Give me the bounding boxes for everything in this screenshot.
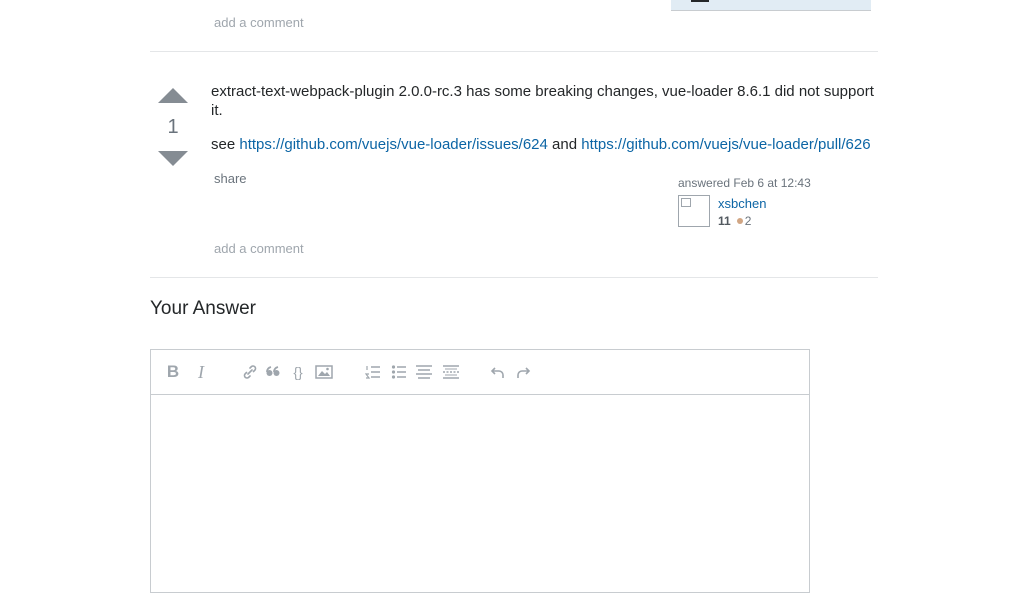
code-button[interactable]: {} (288, 362, 308, 382)
previous-user-avatar (691, 0, 709, 2)
horizontal-rule-icon (443, 365, 459, 379)
answer-body: extract-text-webpack-plugin 2.0.0-rc.3 h… (211, 82, 876, 169)
issue-624-link[interactable]: https://github.com/vuejs/vue-loader/issu… (239, 136, 548, 153)
vote-up-button[interactable] (158, 88, 188, 103)
answer-editor: B I {} (150, 349, 810, 593)
image-button[interactable] (314, 362, 334, 382)
code-icon: {} (293, 364, 303, 380)
answer-divider (150, 51, 878, 52)
answer-paragraph: extract-text-webpack-plugin 2.0.0-rc.3 h… (211, 83, 874, 119)
redo-icon (517, 367, 531, 378)
section-divider (150, 277, 878, 278)
vote-count: 1 (167, 116, 179, 138)
vote-down-button[interactable] (158, 151, 188, 166)
see-label: see (211, 136, 236, 153)
user-reputation: 11 2 (718, 214, 751, 228)
bold-button[interactable]: B (163, 362, 183, 382)
undo-button[interactable] (488, 362, 508, 382)
italic-button[interactable]: I (191, 362, 211, 382)
editor-toolbar: B I {} (151, 350, 809, 395)
numbered-list-button[interactable] (363, 362, 383, 382)
pull-626-link[interactable]: https://github.com/vuejs/vue-loader/pull… (581, 136, 870, 153)
numbered-list-icon (365, 366, 380, 379)
bronze-badge-icon (736, 218, 743, 224)
undo-icon (490, 367, 504, 378)
previous-user-card (671, 0, 871, 11)
share-link[interactable]: share (214, 171, 247, 186)
bronze-badge-count: 2 (744, 214, 752, 228)
blockquote-icon (266, 366, 280, 376)
italic-icon: I (198, 362, 204, 382)
add-comment-link-previous[interactable]: add a comment (214, 15, 304, 30)
answer-links-paragraph: see https://github.com/vuejs/vue-loader/… (211, 135, 876, 154)
blockquote-button[interactable] (263, 362, 283, 382)
link-button[interactable] (240, 362, 260, 382)
bulleted-list-button[interactable] (389, 362, 409, 382)
avatar[interactable] (678, 195, 710, 227)
redo-button[interactable] (513, 362, 533, 382)
answer-textarea[interactable] (151, 395, 809, 592)
and-label: and (552, 136, 578, 153)
your-answer-heading: Your Answer (150, 298, 256, 319)
heading-icon (416, 365, 432, 379)
bulleted-list-icon (391, 365, 406, 379)
answered-time: answered Feb 6 at 12:43 (678, 176, 811, 190)
add-comment-link[interactable]: add a comment (214, 241, 304, 256)
user-name-link[interactable]: xsbchen (718, 196, 766, 211)
image-icon (315, 365, 333, 379)
bold-icon: B (166, 362, 180, 381)
reputation-score: 11 (718, 214, 731, 228)
heading-button[interactable] (414, 362, 434, 382)
horizontal-rule-button[interactable] (441, 362, 461, 382)
link-icon (243, 365, 257, 379)
